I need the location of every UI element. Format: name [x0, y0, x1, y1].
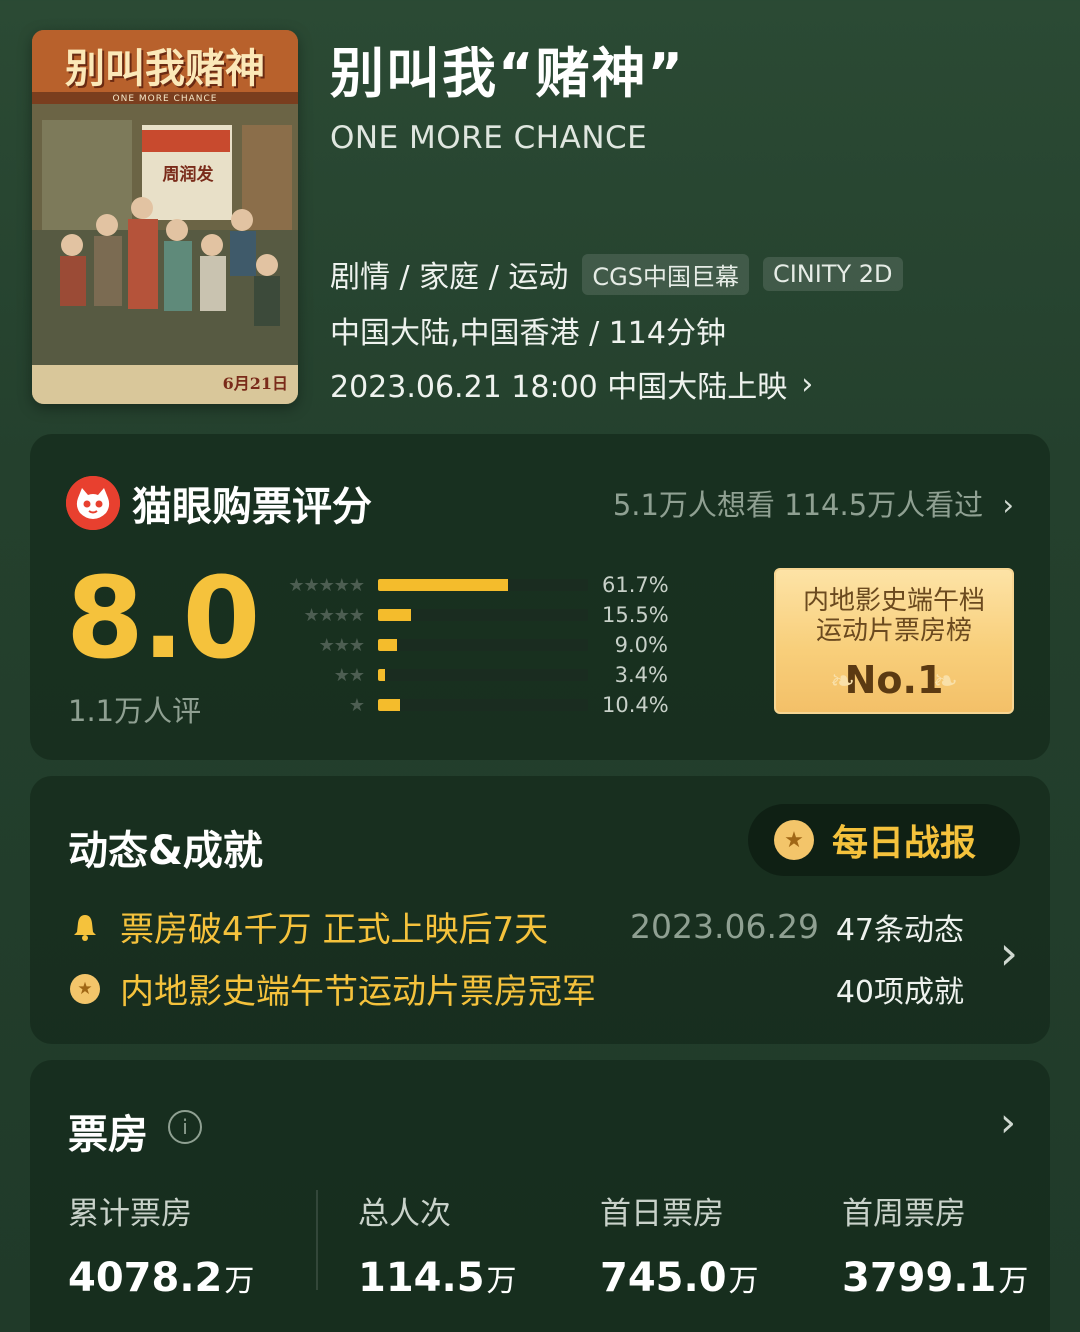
rating-bar-fill [378, 639, 397, 651]
star-icons: ★★★★★ [288, 574, 365, 596]
movie-english-title: ONE MORE CHANCE [330, 120, 648, 156]
region-runtime-row: 中国大陆,中国香港 / 114分钟 [330, 308, 1050, 352]
chevron-right-icon: › [801, 366, 814, 402]
format-tag-cgs: CGS中国巨幕 [582, 253, 749, 295]
stat-total-admissions: 总人次 114.5万 [358, 1188, 517, 1301]
rating-percent: 15.5% [602, 603, 669, 627]
stat-total-box-office: 累计票房 4078.2万 [68, 1188, 254, 1301]
rating-row-3-star: ★★★ 9.0% [260, 630, 680, 660]
release-row[interactable]: 2023.06.21 18:00 中国大陆上映 › [330, 362, 1050, 406]
rating-bar-track [378, 579, 588, 591]
stat-unit: 万 [728, 1264, 759, 1299]
rating-row-1-star: ★ 10.4% [260, 690, 680, 720]
rating-bar-track [378, 699, 588, 711]
star-icons: ★★★ [318, 634, 365, 656]
stat-unit: 万 [998, 1264, 1029, 1299]
rating-percent: 61.7% [602, 573, 669, 597]
rating-count: 1.1万人评 [68, 694, 202, 728]
stat-divider [316, 1190, 318, 1290]
rating-row-4-star: ★★★★ 15.5% [260, 600, 680, 630]
stat-label: 首周票房 [842, 1196, 966, 1232]
rating-percent: 10.4% [602, 693, 669, 717]
movie-poster[interactable]: 别叫我赌神 ONE MORE CHANCE 周润发 6月21日 [32, 30, 298, 404]
daily-report-label: 每日战报 [832, 823, 977, 864]
rating-bar-track [378, 639, 588, 651]
genre-text: 剧情 / 家庭 / 运动 [330, 260, 569, 295]
star-icons: ★★ [333, 664, 365, 686]
box-office-card: 票房 i › 累计票房 4078.2万 总人次 114.5万 首日票房 745.… [30, 1060, 1050, 1332]
medal-icon: ★ [774, 820, 814, 860]
movie-title: 别叫我“赌神” [330, 42, 685, 105]
poster-sign: 周润发 [162, 165, 214, 185]
ranking-badge[interactable]: 内地影史端午档 运动片票房榜 No.1 ❧ ❧ [774, 568, 1014, 714]
region-runtime-text: 中国大陆,中国香港 / 114分钟 [330, 316, 726, 351]
info-icon[interactable]: i [168, 1110, 202, 1144]
news-section-title: 动态&成就 [68, 828, 263, 874]
rating-card: 猫眼购票评分 5.1万人想看 114.5万人看过 › 8.0 1.1万人评 ★★… [30, 434, 1050, 760]
achievement-text: 内地影史端午节运动片票房冠军 [120, 972, 596, 1012]
rating-bar-track [378, 669, 588, 681]
rating-score: 8.0 [66, 554, 260, 684]
stat-number: 3799.1 [842, 1255, 997, 1301]
stat-first-day: 首日票房 745.0万 [600, 1188, 759, 1301]
medal-icon: ★ [68, 972, 102, 1006]
news-headline-row[interactable]: 票房破4千万 正式上映后7天 2023.06.29 47条动态 [68, 902, 1018, 951]
news-achievements-card: 动态&成就 ★ 每日战报 票房破4千万 正式上映后7天 2023.06.29 4… [30, 776, 1050, 1044]
stat-label: 总人次 [358, 1196, 451, 1232]
poster-date: 6月21日 [222, 374, 288, 393]
rating-distribution: ★★★★★ 61.7% ★★★★ 15.5% ★★★ 9.0% ★★ 3.4% ★ 10.4% [260, 570, 680, 720]
stat-unit: 万 [486, 1264, 517, 1299]
badge-line-1: 内地影史端午档 [802, 586, 985, 616]
stat-number: 114.5 [358, 1255, 485, 1301]
title-block: 别叫我“赌神” ONE MORE CHANCE [330, 40, 1050, 156]
star-icons: ★★★★ [303, 604, 365, 626]
rating-bar-track [378, 609, 588, 621]
poster-title: 别叫我赌神 [65, 45, 265, 92]
achievements-count: 40项成就 [835, 974, 964, 1010]
stat-value: 4078.2万 [68, 1255, 254, 1301]
movie-header: 别叫我赌神 ONE MORE CHANCE 周润发 6月21日 别叫我“赌神” … [0, 0, 1080, 420]
maoyan-cat-logo [66, 476, 120, 530]
daily-report-button[interactable]: ★ 每日战报 [748, 804, 1020, 876]
star-icons: ★ [348, 694, 365, 716]
stat-number: 745.0 [600, 1255, 727, 1301]
audience-line[interactable]: 5.1万人想看 114.5万人看过 › [613, 482, 1014, 524]
chevron-right-icon: › [1002, 488, 1014, 522]
news-headline-text: 票房破4千万 正式上映后7天 [120, 910, 549, 950]
rating-section-title: 猫眼购票评分 [132, 484, 372, 530]
bell-icon [68, 910, 102, 944]
badge-rank: No.1 [844, 658, 944, 702]
poster-subtitle: ONE MORE CHANCE [112, 94, 218, 104]
rating-row-5-star: ★★★★★ 61.7% [260, 570, 680, 600]
stat-label: 首日票房 [600, 1196, 724, 1232]
audience-text: 5.1万人想看 114.5万人看过 [612, 488, 984, 522]
achievement-row[interactable]: ★ 内地影史端午节运动片票房冠军 40项成就 [68, 964, 1018, 1013]
rating-percent: 3.4% [614, 663, 668, 687]
rating-bar-fill [378, 669, 386, 681]
stat-value: 114.5万 [358, 1255, 517, 1301]
chevron-right-icon[interactable]: › [1000, 926, 1018, 980]
news-headline-date: 2023.06.29 [630, 907, 819, 946]
rating-percent: 9.0% [614, 633, 668, 657]
rating-bar-fill [378, 699, 400, 711]
stat-label: 累计票房 [68, 1196, 192, 1232]
rating-row-2-star: ★★ 3.4% [260, 660, 680, 690]
genre-row: 剧情 / 家庭 / 运动 CGS中国巨幕 CINITY 2D [330, 252, 1050, 296]
box-office-title: 票房 [68, 1112, 148, 1158]
format-tag-cinity: CINITY 2D [762, 257, 903, 291]
stat-unit: 万 [224, 1264, 255, 1299]
laurel-left-icon: ❧ [830, 664, 856, 699]
rating-bar-fill [378, 579, 508, 591]
rating-bar-fill [378, 609, 411, 621]
release-text: 2023.06.21 18:00 中国大陆上映 [330, 370, 788, 405]
stat-value: 3799.1万 [842, 1255, 1028, 1301]
laurel-right-icon: ❧ [932, 664, 958, 699]
stat-value: 745.0万 [600, 1255, 759, 1301]
badge-line-2: 运动片票房榜 [815, 616, 972, 646]
chevron-right-icon[interactable]: › [1000, 1100, 1016, 1146]
updates-count: 47条动态 [835, 912, 964, 948]
stat-first-week: 首周票房 3799.1万 [842, 1188, 1028, 1301]
stat-number: 4078.2 [68, 1255, 223, 1301]
